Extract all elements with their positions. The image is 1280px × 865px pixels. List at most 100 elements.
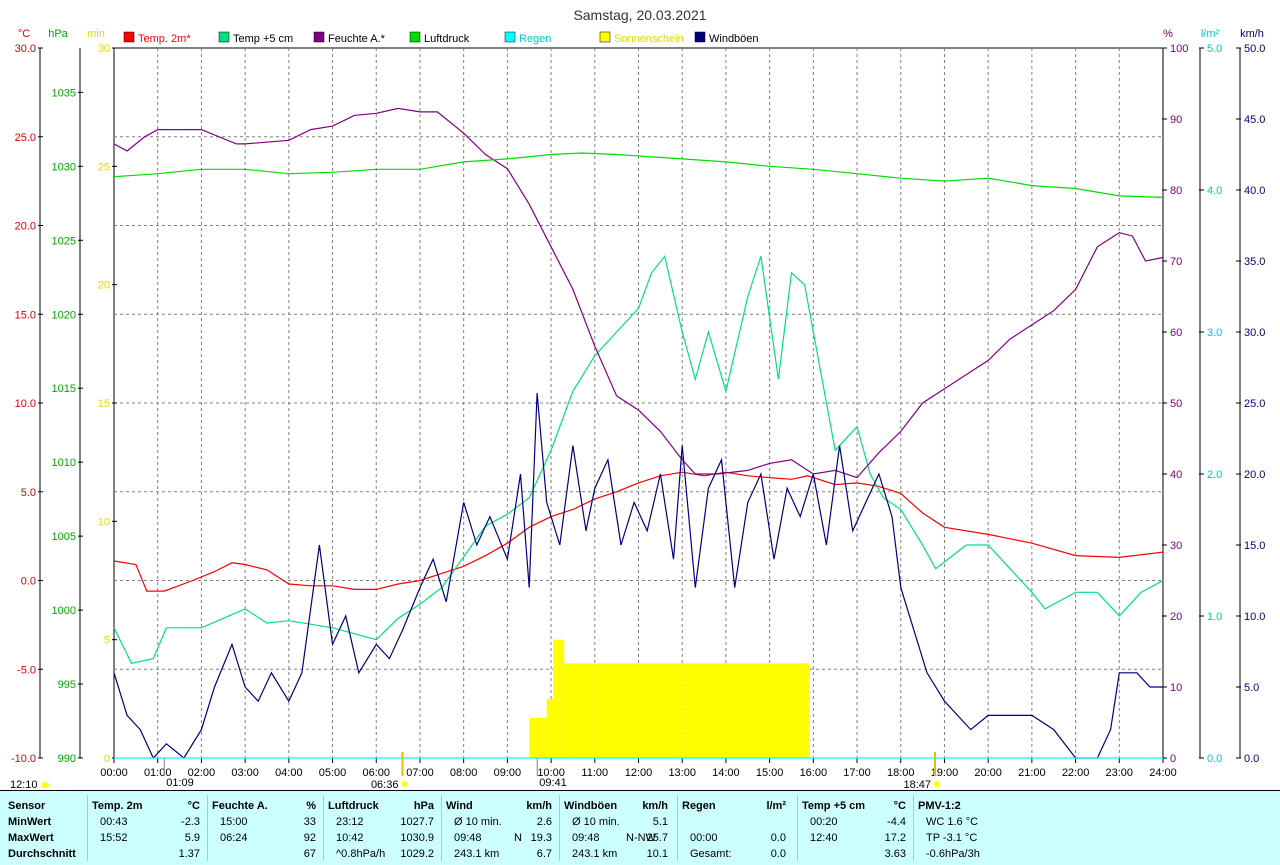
stats-sensor: Sensor MinWert MaxWert Durchschnitt <box>8 791 88 865</box>
stats-gusts-value: 243.1 km <box>572 848 618 860</box>
temp-tick-label: -5.0 <box>17 664 36 676</box>
temp-tick-label: 0.0 <box>21 576 36 588</box>
stats-pressure-value: 10:42 <box>336 832 364 844</box>
humidity-tick-label: 60 <box>1170 327 1182 339</box>
rain-unit-label: l/m² <box>1201 28 1220 40</box>
stats-wind-value: N <box>514 832 522 844</box>
legend-label: Feuchte A.* <box>328 33 386 45</box>
legend-label: Temp +5 cm <box>233 33 293 45</box>
wind-tick-label: 40.0 <box>1244 185 1265 197</box>
sunshine-bar <box>529 717 547 758</box>
pressure-tick-label: 1015 <box>52 383 76 395</box>
stats-rain: Regen l/m² 00:00 0.0 Gesamt: 0.0 <box>682 791 790 865</box>
time-tick-label: 11:00 <box>581 767 608 779</box>
humidity-tick-label: 70 <box>1170 256 1182 268</box>
temp-tick-label: 25.0 <box>15 132 36 144</box>
stats-gusts-value: Ø 10 min. <box>572 816 620 828</box>
time-tick-label: 14:00 <box>712 767 740 779</box>
statistics-panel: Sensor MinWert MaxWert Durchschnitt Temp… <box>0 790 1280 865</box>
sun-tick-label: 15 <box>98 398 110 410</box>
stats-rain-value: Gesamt: <box>690 848 732 860</box>
sunshine-bar <box>725 663 770 758</box>
pressure-tick-label: 1010 <box>52 457 76 469</box>
stats-gusts-value: 25.7 <box>646 832 668 844</box>
stats-pmv-value: -0.6hPa/3h <box>926 848 980 860</box>
time-tick-label: 24:00 <box>1149 767 1177 779</box>
humidity-tick-label: 80 <box>1170 185 1182 197</box>
legend-swatch <box>218 31 230 43</box>
sun-tick-label: 10 <box>98 516 110 528</box>
stats-rain-value: 0.0 <box>770 848 786 860</box>
time-tick-label: 15:00 <box>756 767 784 779</box>
time-tick-label: 21:00 <box>1018 767 1046 779</box>
wind-tick-label: 0.0 <box>1244 753 1259 765</box>
time-tick-label: 17:00 <box>843 767 871 779</box>
stats-gusts-value: 09:48 <box>572 832 600 844</box>
stats-wind: Wind km/h Ø 10 min. 2.6 09:48 N 19.3 243.1 km 6.… <box>446 791 556 865</box>
time-tick-label: 03:00 <box>231 767 259 779</box>
stats-temp5cm-header: Temp +5 cm <box>802 800 866 812</box>
stats-separator <box>677 795 678 861</box>
pressure-tick-label: 1020 <box>52 309 76 321</box>
stats-pmv: PMV-1:2 WC 1.6 °C TP -3.1 °C -0.6hPa/3h <box>918 791 1028 865</box>
wind-tick-label: 25.0 <box>1244 398 1265 410</box>
sunrise-marker-sun-icon <box>401 781 408 787</box>
sun-tick-label: 5 <box>104 635 110 647</box>
stats-rain-value: 0.0 <box>770 832 786 844</box>
stats-rain-unit: l/m² <box>766 800 786 812</box>
pressure-tick-label: 1000 <box>52 605 76 617</box>
rain-tick-label: 2.0 <box>1207 469 1222 481</box>
stats-temp5cm-unit: °C <box>893 800 906 812</box>
sunrise-marker: 06:36 <box>371 779 399 790</box>
time-tick-label: 05:00 <box>319 767 347 779</box>
stats-humidity: Feuchte A.% 15:00 33 06:24 92 67 <box>212 791 320 865</box>
pressure-tick-label: 1030 <box>52 161 76 173</box>
stats-gusts-value: 10.1 <box>646 848 668 860</box>
legend-swatch <box>694 31 706 43</box>
sun-tick-label: 0 <box>104 753 110 765</box>
humidity-tick-label: 40 <box>1170 469 1182 481</box>
stats-separator <box>797 795 798 861</box>
stats-wind-value: 6.7 <box>536 848 552 860</box>
stats-temp2m-value: 00:43 <box>100 816 128 828</box>
time-tick-label: 20:00 <box>974 767 1002 779</box>
humidity-tick-label: 20 <box>1170 611 1182 623</box>
temp-tick-label: 5.0 <box>21 487 36 499</box>
stats-humidity-value: 06:24 <box>220 832 248 844</box>
stats-wind-value: Ø 10 min. <box>454 816 502 828</box>
legend-swatch <box>313 31 325 43</box>
chart-legend: Temp. 2m* Temp +5 cm Feuchte A.* Luftdruck R… <box>123 31 759 45</box>
legend-swatch <box>123 31 135 43</box>
time-tick-label: 23:00 <box>1106 767 1134 779</box>
stats-separator <box>913 795 914 861</box>
stats-separator <box>87 795 88 861</box>
humidity-tick-label: 90 <box>1170 114 1182 126</box>
wind-tick-label: 10.0 <box>1244 611 1265 623</box>
stats-rain-value: 00:00 <box>690 832 718 844</box>
wind-tick-label: 45.0 <box>1244 114 1265 126</box>
temp-min-marker: 01:09 <box>166 777 194 789</box>
stats-wind-value: 2.6 <box>536 816 552 828</box>
time-tick-label: 13:00 <box>668 767 696 779</box>
time-tick-label: 08:00 <box>450 767 478 779</box>
stats-humidity-header: Feuchte A. <box>212 800 268 812</box>
stats-pressure-value: 23:12 <box>336 816 364 828</box>
moon-time: 12:10 <box>10 779 38 790</box>
temp-tick-label: -10.0 <box>11 753 36 765</box>
stats-wind-value: 09:48 <box>454 832 482 844</box>
legend-swatch <box>599 31 611 43</box>
stats-pressure-value: 1027.7 <box>400 816 434 828</box>
stats-temp5cm-value: 3.63 <box>884 848 906 860</box>
stats-humidity-value: 33 <box>303 816 316 828</box>
stats-temp5cm-value: 00:20 <box>810 816 838 828</box>
moon-icon <box>41 782 49 788</box>
sunshine-bar <box>553 639 565 758</box>
rain-tick-label: 3.0 <box>1207 327 1222 339</box>
pressure-tick-label: 1035 <box>52 87 76 99</box>
stats-temp5cm-value: -4.4 <box>887 816 906 828</box>
pressure-unit-label: hPa <box>48 28 68 40</box>
stats-temp2m-header: Temp. 2m <box>92 800 143 812</box>
pressure-tick-label: 995 <box>58 679 76 691</box>
time-tick-label: 16:00 <box>800 767 828 779</box>
stats-gusts: Windböen km/h Ø 10 min. 5.1 09:48 N-NW 25.7 243… <box>564 791 672 865</box>
